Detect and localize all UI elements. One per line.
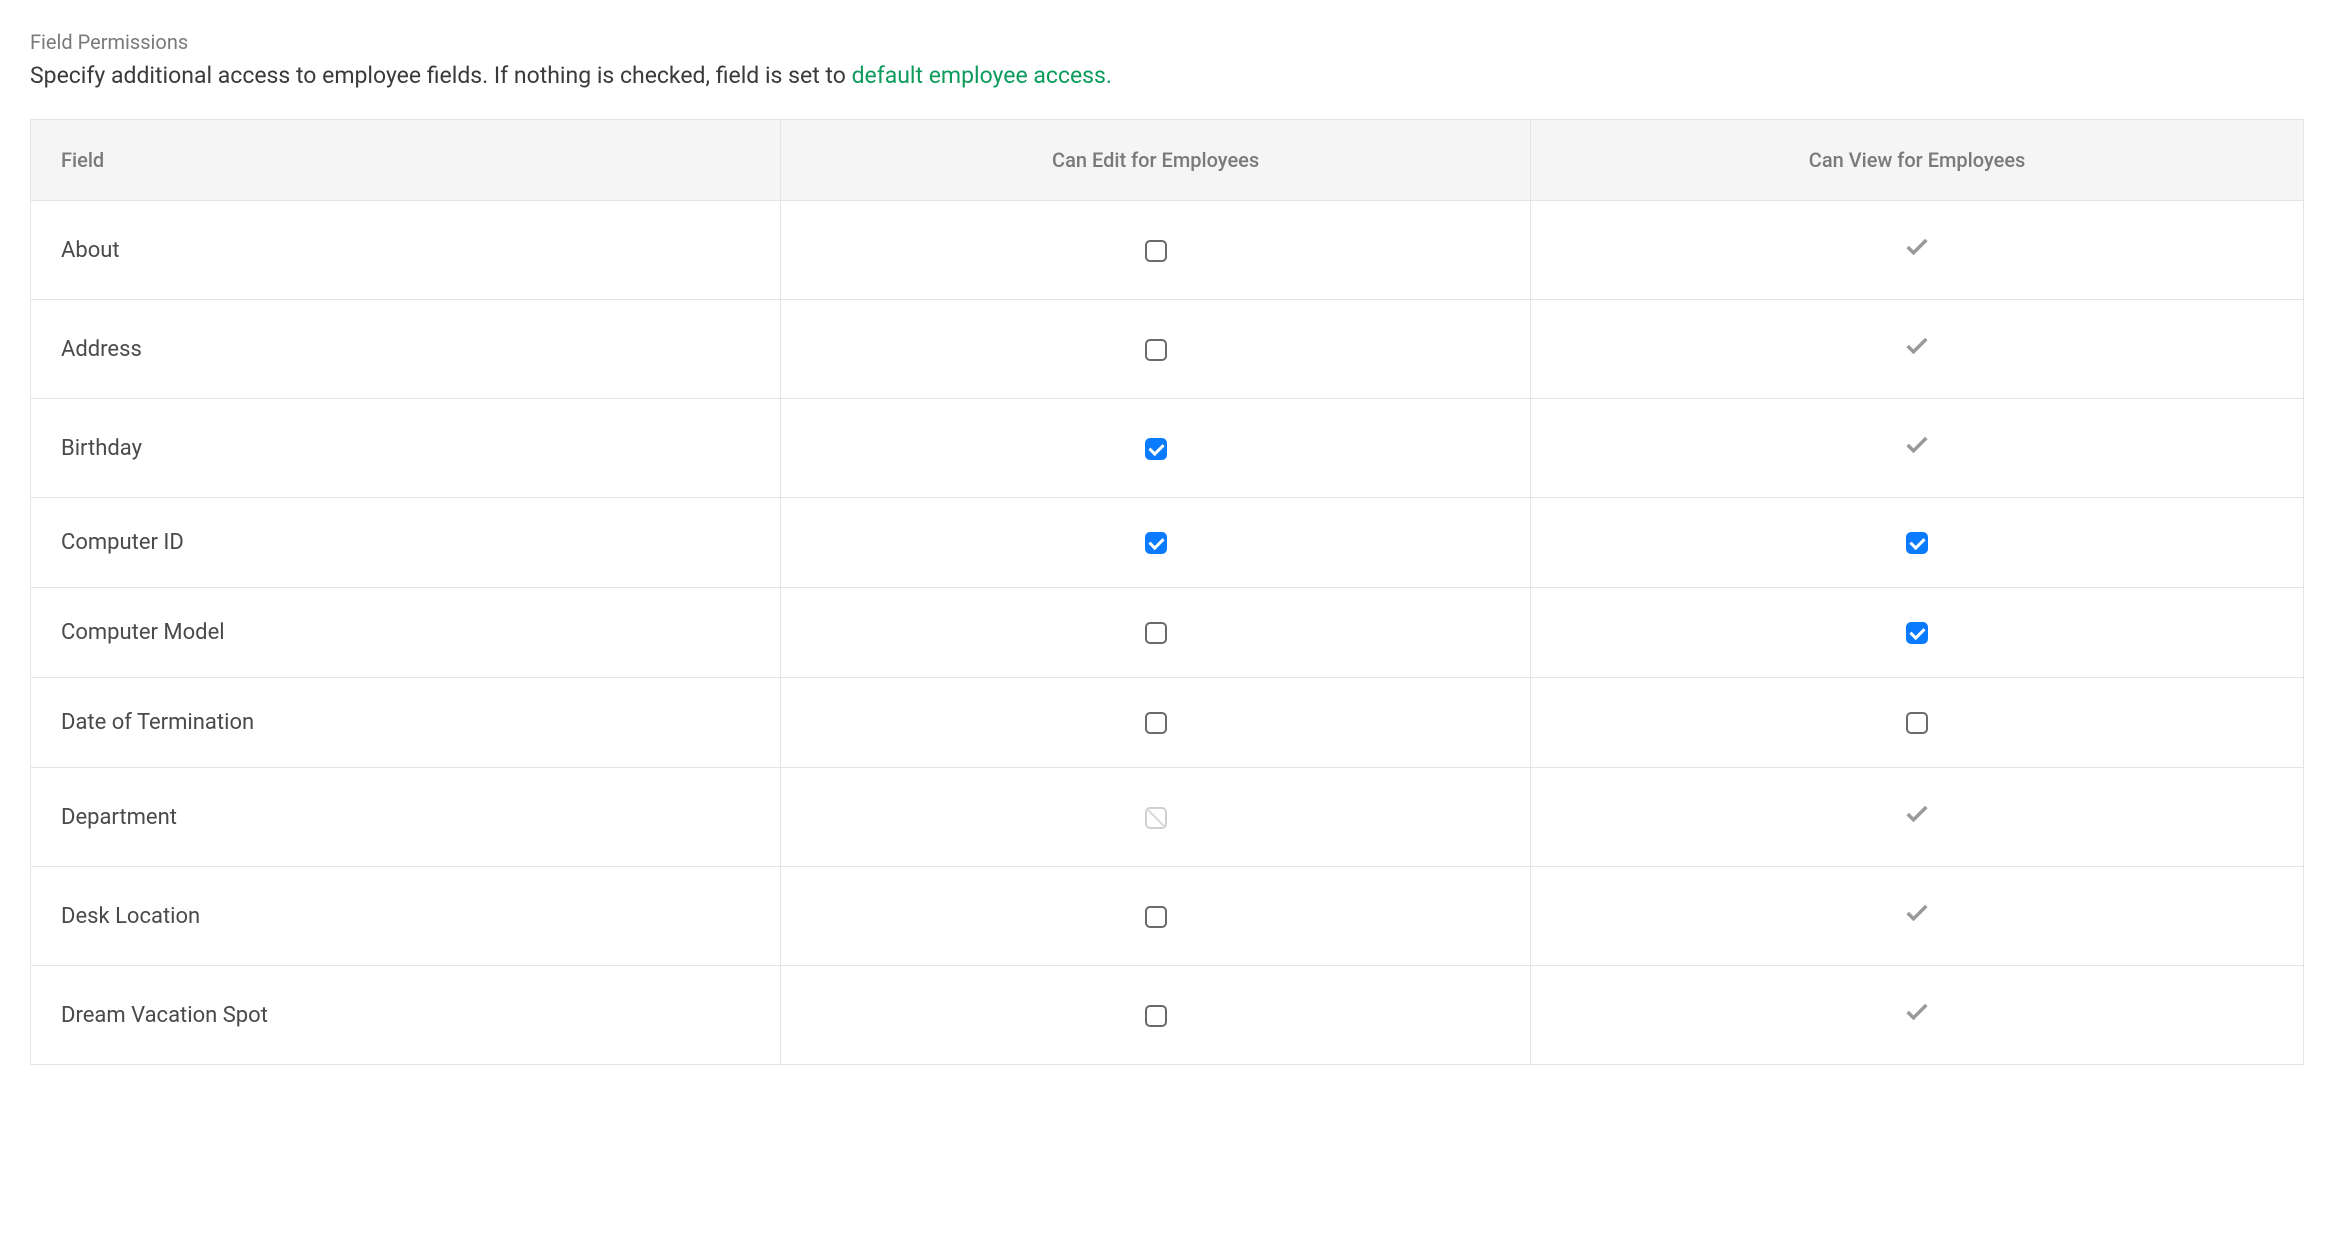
table-row: Birthday (31, 399, 2304, 498)
edit-cell (781, 768, 1531, 867)
checkmark-icon (1903, 899, 1931, 933)
edit-cell (781, 867, 1531, 966)
field-name-cell: Department (31, 768, 781, 867)
view-cell (1531, 399, 2304, 498)
edit-checkbox-row-5[interactable] (1145, 712, 1167, 734)
edit-cell (781, 588, 1531, 678)
table-row: Department (31, 768, 2304, 867)
field-name-cell: Desk Location (31, 867, 781, 966)
field-name-cell: Computer ID (31, 498, 781, 588)
view-cell (1531, 768, 2304, 867)
view-checkbox-row-4[interactable] (1906, 622, 1928, 644)
view-cell (1531, 300, 2304, 399)
edit-cell (781, 300, 1531, 399)
view-cell (1531, 498, 2304, 588)
field-name-cell: Dream Vacation Spot (31, 966, 781, 1065)
checkmark-icon (1903, 332, 1931, 366)
edit-checkbox-row-3[interactable] (1145, 532, 1167, 554)
edit-checkbox-row-6 (1145, 807, 1167, 829)
edit-cell (781, 678, 1531, 768)
description-text: Specify additional access to employee fi… (30, 62, 852, 89)
table-row: Desk Location (31, 867, 2304, 966)
view-cell (1531, 588, 2304, 678)
field-column-header: Field (31, 120, 781, 201)
edit-checkbox-row-4[interactable] (1145, 622, 1167, 644)
edit-cell (781, 498, 1531, 588)
table-row: About (31, 201, 2304, 300)
table-row: Address (31, 300, 2304, 399)
view-column-header: Can View for Employees (1531, 120, 2304, 201)
table-row: Computer ID (31, 498, 2304, 588)
default-access-link[interactable]: default employee access. (852, 62, 1112, 89)
checkmark-icon (1903, 800, 1931, 834)
field-name-cell: Computer Model (31, 588, 781, 678)
edit-column-header: Can Edit for Employees (781, 120, 1531, 201)
field-name-cell: About (31, 201, 781, 300)
table-row: Dream Vacation Spot (31, 966, 2304, 1065)
edit-checkbox-row-2[interactable] (1145, 438, 1167, 460)
table-row: Computer Model (31, 588, 2304, 678)
view-cell (1531, 678, 2304, 768)
edit-cell (781, 966, 1531, 1065)
checkmark-icon (1903, 998, 1931, 1032)
field-name-cell: Date of Termination (31, 678, 781, 768)
view-checkbox-row-3[interactable] (1906, 532, 1928, 554)
edit-cell (781, 399, 1531, 498)
view-cell (1531, 867, 2304, 966)
section-description: Specify additional access to employee fi… (30, 62, 2304, 89)
edit-checkbox-row-1[interactable] (1145, 339, 1167, 361)
field-name-cell: Birthday (31, 399, 781, 498)
section-label: Field Permissions (30, 30, 2304, 54)
edit-cell (781, 201, 1531, 300)
checkmark-icon (1903, 233, 1931, 267)
checkmark-icon (1903, 431, 1931, 465)
view-checkbox-row-5[interactable] (1906, 712, 1928, 734)
view-cell (1531, 201, 2304, 300)
table-row: Date of Termination (31, 678, 2304, 768)
field-permissions-table: Field Can Edit for Employees Can View fo… (30, 119, 2304, 1065)
edit-checkbox-row-7[interactable] (1145, 906, 1167, 928)
field-name-cell: Address (31, 300, 781, 399)
view-cell (1531, 966, 2304, 1065)
edit-checkbox-row-0[interactable] (1145, 240, 1167, 262)
edit-checkbox-row-8[interactable] (1145, 1005, 1167, 1027)
